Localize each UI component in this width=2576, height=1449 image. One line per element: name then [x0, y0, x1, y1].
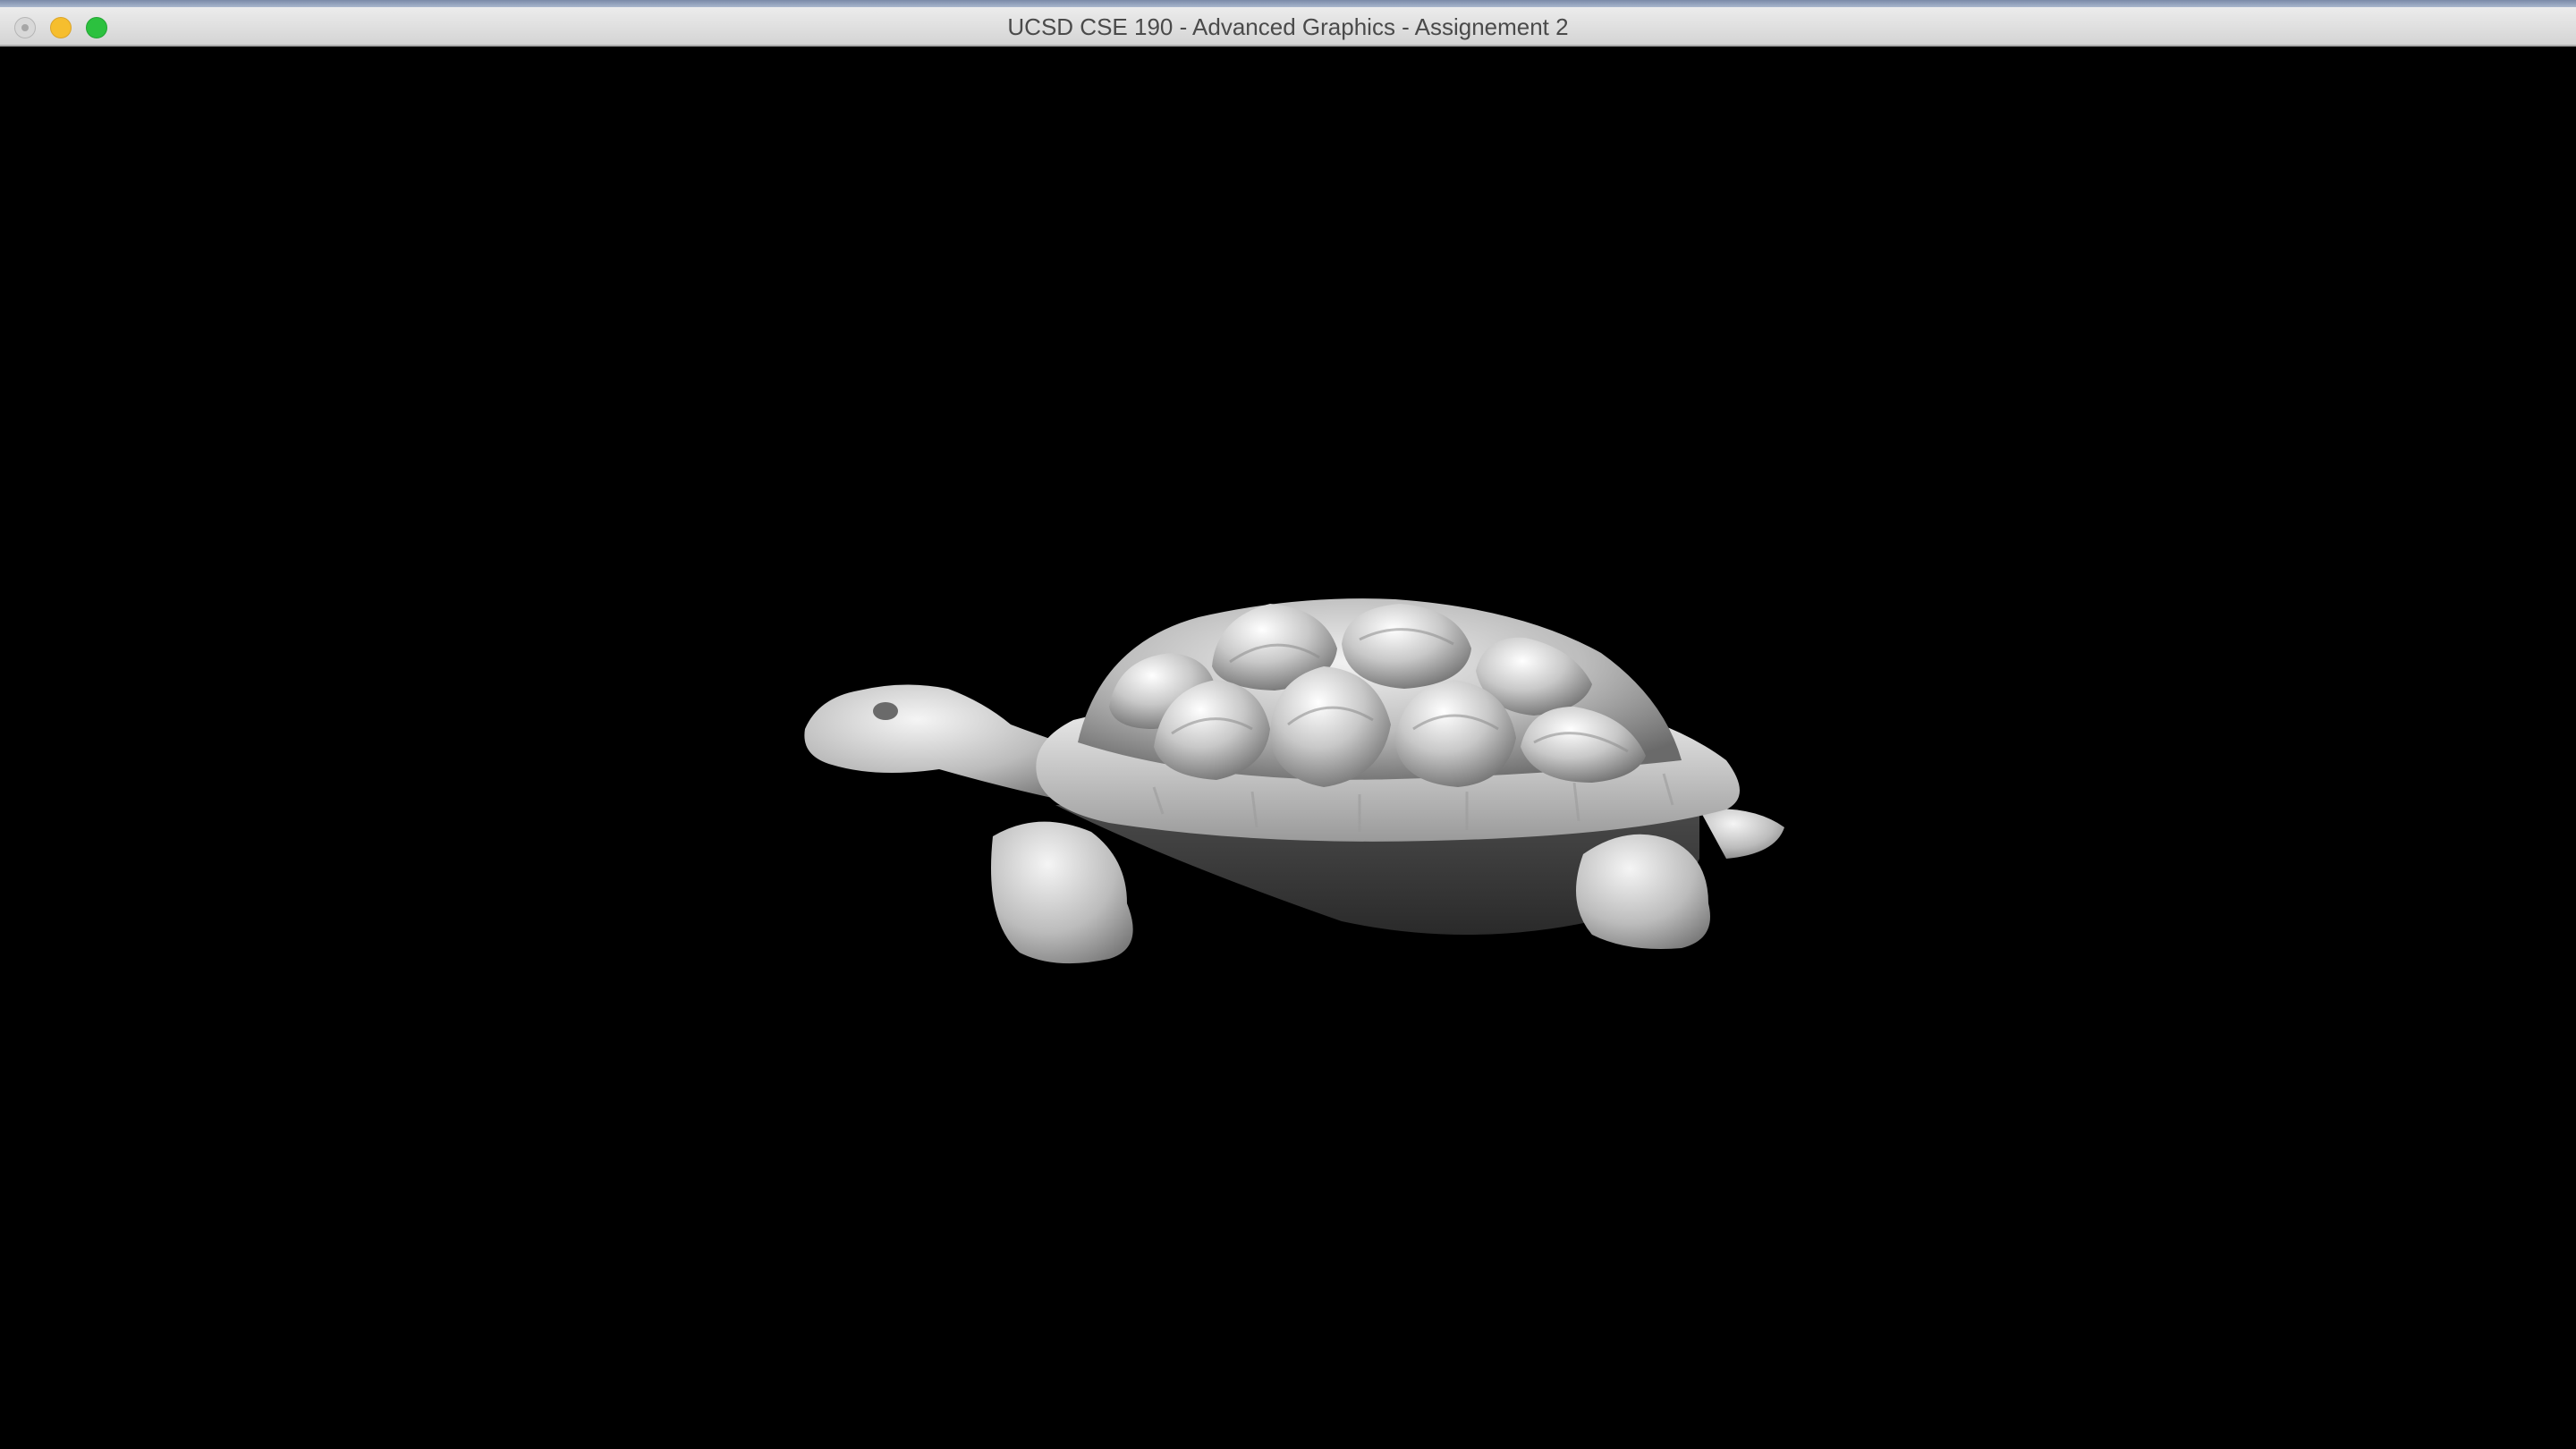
minimize-button[interactable]	[50, 17, 72, 38]
close-button[interactable]	[14, 17, 36, 38]
turtle-front-leg	[991, 821, 1133, 964]
turtle-tail	[1699, 809, 1784, 859]
window-title: UCSD CSE 190 - Advanced Graphics - Assig…	[1007, 13, 1569, 40]
title-bar[interactable]: UCSD CSE 190 - Advanced Graphics - Assig…	[0, 7, 2576, 47]
turtle-model	[804, 598, 1784, 964]
application-window: UCSD CSE 190 - Advanced Graphics - Assig…	[0, 0, 2576, 1449]
render-viewport[interactable]	[0, 47, 2576, 1449]
maximize-button[interactable]	[86, 17, 107, 38]
desktop-background-strip	[0, 0, 2576, 7]
turtle-eye	[873, 702, 898, 720]
